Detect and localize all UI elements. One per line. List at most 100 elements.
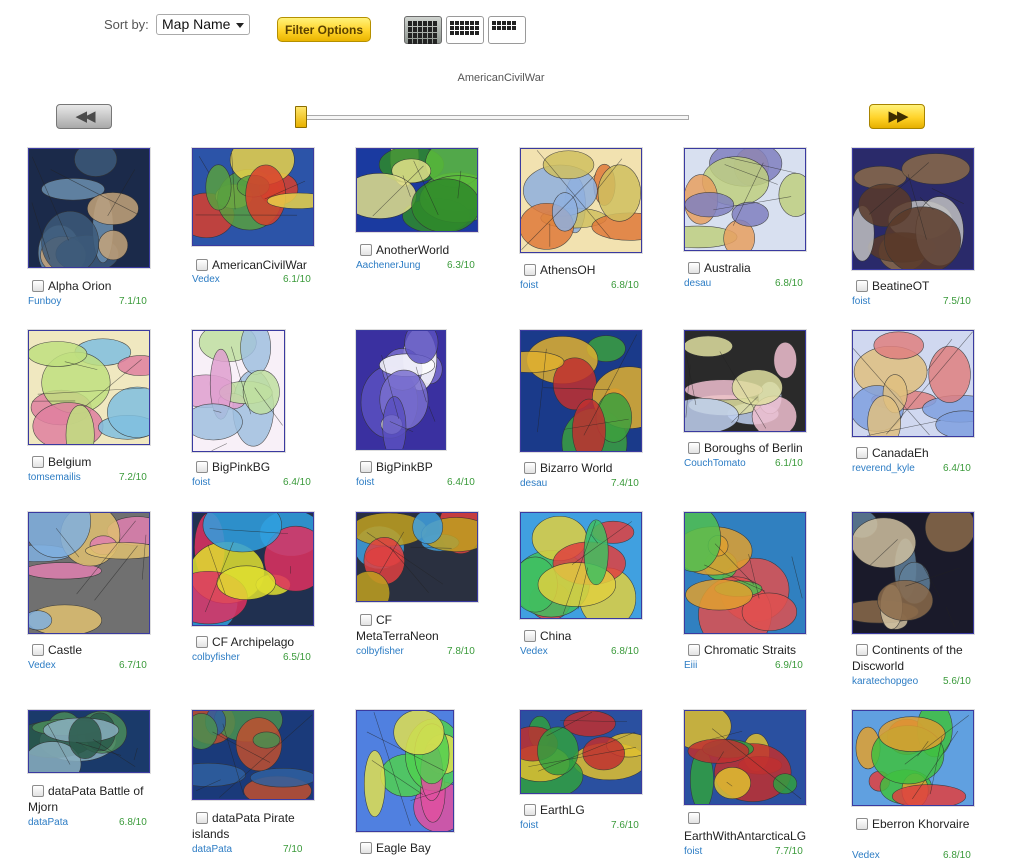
map-author-link[interactable]: dataPata [28,817,68,828]
sort-select[interactable]: Map Name [156,14,250,35]
map-select-checkbox[interactable] [856,447,868,459]
map-thumbnail[interactable] [356,710,454,832]
map-thumbnail[interactable] [192,148,314,246]
map-name[interactable]: Bizarro World [540,460,612,476]
map-author-link[interactable]: karatechopgeo [852,676,918,687]
map-name[interactable]: dataPata Pirate islands [192,810,314,842]
map-slider-track[interactable] [300,115,689,120]
map-author-link[interactable]: reverend_kyle [852,463,915,474]
map-select-checkbox[interactable] [524,462,536,474]
map-select-checkbox[interactable] [360,842,372,854]
map-thumbnail[interactable] [520,512,642,619]
map-name[interactable]: China [540,628,571,644]
map-name[interactable]: EarthLG [540,802,585,818]
map-name[interactable]: AthensOH [540,262,595,278]
map-select-checkbox[interactable] [32,280,44,292]
map-select-checkbox[interactable] [524,264,536,276]
map-author-link[interactable]: foist [356,477,374,488]
map-thumbnail[interactable] [684,710,806,805]
map-select-checkbox[interactable] [688,812,700,824]
map-author-link[interactable]: desau [520,478,547,489]
map-thumbnail[interactable] [684,148,806,251]
map-author-link[interactable]: Eiii [684,660,697,671]
map-thumbnail[interactable] [852,148,974,270]
map-thumbnail[interactable] [852,710,974,806]
map-thumbnail[interactable] [28,330,150,445]
current-map-title: AmericanCivilWar [0,72,1002,84]
map-author-link[interactable]: Vedex [28,660,56,671]
map-thumbnail[interactable] [28,512,150,634]
map-select-checkbox[interactable] [524,630,536,642]
map-author-link[interactable]: CouchTomato [684,458,746,469]
map-thumbnail[interactable] [852,330,974,437]
map-author-link[interactable]: tomsemailis [28,472,81,483]
map-name[interactable]: Eberron Khorvaire [852,816,972,832]
map-thumbnail[interactable] [520,710,642,794]
map-select-checkbox[interactable] [688,262,700,274]
filter-options-button[interactable]: Filter Options [277,17,371,42]
map-thumbnail[interactable] [684,330,806,432]
map-name[interactable]: Continents of the Discworld [852,642,976,674]
map-thumbnail[interactable] [192,330,285,452]
map-select-checkbox[interactable] [196,259,208,271]
next-page-button[interactable]: ▶▶ [869,104,925,129]
map-select-checkbox[interactable] [360,244,372,256]
map-select-checkbox[interactable] [360,461,372,473]
map-name[interactable]: BeatineOT [872,278,929,294]
map-thumbnail[interactable] [520,148,642,253]
map-thumbnail[interactable] [192,512,314,626]
map-author-link[interactable]: dataPata [192,844,232,855]
map-thumbnail[interactable] [356,330,446,450]
map-author-link[interactable]: foist [520,820,538,831]
map-name[interactable]: BigPinkBP [376,459,433,475]
map-name[interactable]: Chromatic Straits [704,642,796,658]
map-name[interactable]: CanadaEh [872,445,929,461]
map-thumbnail[interactable] [28,710,150,773]
map-author-link[interactable]: AachenerJung [356,260,421,271]
medium-grid-view-button[interactable] [446,16,484,44]
map-name[interactable]: Alpha Orion [48,278,111,294]
map-author-link[interactable]: Funboy [28,296,61,307]
map-thumbnail[interactable] [520,330,642,452]
map-thumbnail[interactable] [356,148,478,232]
map-name[interactable]: AmericanCivilWar [212,257,307,273]
map-author-link[interactable]: desau [684,278,711,289]
map-author-link[interactable]: colbyfisher [356,646,404,657]
map-select-checkbox[interactable] [688,644,700,656]
map-name[interactable]: BigPinkBG [212,459,270,475]
map-select-checkbox[interactable] [524,804,536,816]
map-select-checkbox[interactable] [196,461,208,473]
map-author-link[interactable]: Vedex [852,850,880,861]
map-name[interactable]: AnotherWorld [376,242,449,258]
map-select-checkbox[interactable] [32,644,44,656]
map-name[interactable]: Australia [704,260,751,276]
map-name[interactable]: Castle [48,642,82,658]
small-grid-view-button[interactable] [488,16,526,44]
large-grid-view-button[interactable] [404,16,442,44]
map-name[interactable]: Eagle Bay [376,840,431,856]
map-thumbnail[interactable] [192,710,314,800]
map-select-checkbox[interactable] [196,636,208,648]
map-author-link[interactable]: Vedex [520,646,548,657]
map-author-link[interactable]: foist [684,846,702,857]
map-select-checkbox[interactable] [688,442,700,454]
map-name[interactable]: CF Archipelago [212,634,294,650]
map-name[interactable]: CF MetaTerraNeon [356,612,464,644]
map-slider-handle[interactable] [295,106,307,128]
map-author-link[interactable]: foist [520,280,538,291]
map-name[interactable]: EarthWithAntarcticaLG [684,828,806,844]
map-name[interactable]: dataPata Battle of Mjorn [28,783,154,815]
map-name[interactable]: Boroughs of Berlin [704,440,803,456]
map-thumbnail[interactable] [356,512,478,602]
map-thumbnail[interactable] [28,148,150,268]
map-select-checkbox[interactable] [856,280,868,292]
map-thumbnail[interactable] [852,512,974,634]
map-author-link[interactable]: colbyfisher [192,652,240,663]
map-author-link[interactable]: Vedex [192,274,220,285]
map-author-link[interactable]: foist [852,296,870,307]
previous-page-button[interactable]: ◀◀ [56,104,112,129]
map-select-checkbox[interactable] [32,456,44,468]
map-thumbnail[interactable] [684,512,806,634]
map-name[interactable]: Belgium [48,454,91,470]
map-author-link[interactable]: foist [192,477,210,488]
